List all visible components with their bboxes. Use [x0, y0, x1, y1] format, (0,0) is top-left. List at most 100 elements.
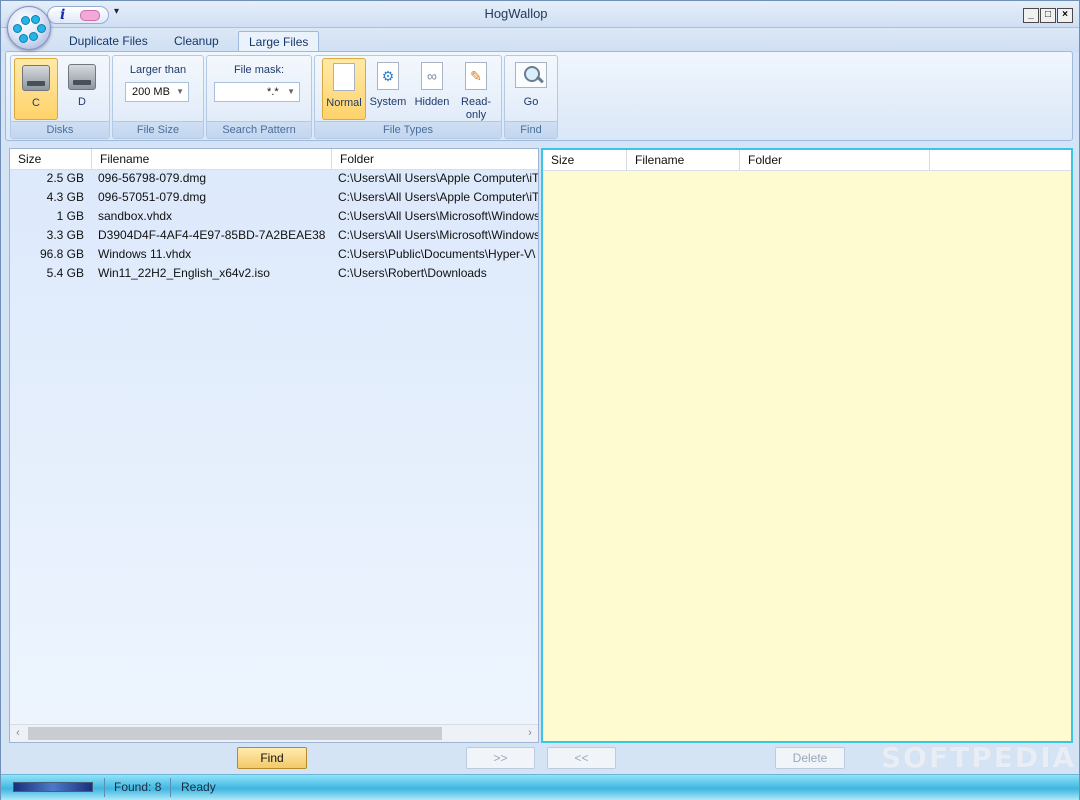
- status-text: Ready: [181, 780, 216, 794]
- drive-icon: [68, 64, 96, 90]
- move-right-button[interactable]: >>: [466, 747, 535, 769]
- larger-than-label: Larger than: [129, 64, 187, 76]
- row-size: 4.3 GB: [46, 190, 84, 204]
- ribbon: C D Disks Larger than 200 MB ▼ File Size…: [5, 51, 1073, 141]
- file-types-group-label: File Types: [315, 121, 501, 138]
- disks-group: C D Disks: [10, 55, 110, 139]
- row-filename: 096-56798-079.dmg: [98, 171, 207, 185]
- status-bar: Found: 8 Ready: [1, 774, 1079, 800]
- table-row[interactable]: 5.4 GB Win11_22H2_English_x64v2.iso C:\U…: [10, 264, 538, 283]
- horizontal-scrollbar[interactable]: ‹ ›: [10, 724, 538, 742]
- tab-large-files[interactable]: Large Files: [238, 31, 320, 52]
- row-filename: D3904D4F-4AF4-4E97-85BD-7A2BEAE38: [98, 228, 326, 242]
- column-header-folder[interactable]: Folder: [740, 150, 930, 170]
- close-button[interactable]: ×: [1057, 8, 1073, 23]
- find-group: Go Find: [504, 55, 558, 139]
- row-folder: C:\Users\All Users\Apple Computer\iT: [338, 190, 538, 204]
- file-types-group: Normal ⚙ System ∞ Hidden ✎ Read-only Fil…: [314, 55, 502, 139]
- file-size-group: Larger than 200 MB ▼ File Size: [112, 55, 204, 139]
- row-filename: sandbox.vhdx: [98, 209, 173, 223]
- window-title: HogWallop: [484, 6, 548, 21]
- column-header-filename[interactable]: Filename: [627, 150, 740, 170]
- file-type-normal-button[interactable]: Normal: [322, 58, 366, 120]
- file-mask-select[interactable]: *.* ▼: [214, 82, 300, 102]
- tab-cleanup[interactable]: Cleanup: [164, 31, 229, 51]
- results-list[interactable]: Size Filename Folder 2.5 GB 096-56798-07…: [9, 148, 539, 743]
- file-type-hidden-button[interactable]: ∞ Hidden: [410, 58, 454, 120]
- scroll-right-icon[interactable]: ›: [522, 725, 538, 742]
- softpedia-watermark: SOFTPEDIA: [881, 741, 1077, 774]
- go-button[interactable]: Go: [508, 58, 554, 120]
- tab-duplicate-files[interactable]: Duplicate Files: [59, 31, 158, 51]
- disk-d-button[interactable]: D: [60, 58, 104, 120]
- results-column-header: Size Filename Folder: [10, 149, 538, 170]
- selected-column-header: Size Filename Folder: [543, 150, 1071, 171]
- ribbon-tabs: Duplicate Files Cleanup Large Files: [1, 28, 1079, 52]
- column-header-size[interactable]: Size: [10, 149, 92, 169]
- search-pattern-group: File mask: *.* ▼ Search Pattern: [206, 55, 312, 139]
- row-filename: 096-57051-079.dmg: [98, 190, 207, 204]
- delete-button[interactable]: Delete: [775, 747, 845, 769]
- file-mask-label: File mask:: [233, 64, 285, 76]
- row-folder: C:\Users\All Users\Microsoft\Windows: [338, 209, 538, 223]
- selected-files-list[interactable]: Size Filename Folder: [541, 148, 1073, 743]
- window-controls: _ □ ×: [1023, 8, 1073, 23]
- move-left-button[interactable]: <<: [547, 747, 616, 769]
- table-row[interactable]: 4.3 GB 096-57051-079.dmg C:\Users\All Us…: [10, 188, 538, 207]
- drive-icon: [22, 65, 50, 91]
- file-type-normal-label: Normal: [326, 97, 362, 109]
- column-header-folder[interactable]: Folder: [332, 149, 538, 169]
- found-count: Found: 8: [114, 780, 162, 794]
- row-size: 5.4 GB: [46, 266, 84, 280]
- app-window: i ▾ HogWallop _ □ × Duplicate Files Clea…: [0, 0, 1080, 800]
- system-file-icon: ⚙: [377, 62, 399, 90]
- file-mask-value: *.*: [267, 86, 279, 98]
- go-label: Go: [523, 96, 539, 108]
- table-row[interactable]: 96.8 GB Windows 11.vhdx C:\Users\Public\…: [10, 245, 538, 264]
- status-separator: [104, 778, 105, 797]
- row-folder: C:\Users\All Users\Microsoft\Windows: [338, 228, 538, 242]
- row-size: 96.8 GB: [39, 247, 84, 261]
- title-bar: i ▾ HogWallop _ □ ×: [1, 1, 1079, 28]
- file-type-readonly-button[interactable]: ✎ Read-only: [456, 58, 496, 122]
- table-row[interactable]: 3.3 GB D3904D4F-4AF4-4E97-85BD-7A2BEAE38…: [10, 226, 538, 245]
- status-separator: [170, 778, 171, 797]
- app-menu-orb-icon[interactable]: [7, 6, 51, 50]
- column-header-filename[interactable]: Filename: [92, 149, 332, 169]
- file-type-readonly-label-line1: Read-: [461, 96, 491, 108]
- magnifier-icon: [515, 62, 547, 88]
- blank-file-icon: [333, 63, 355, 91]
- hidden-file-icon: ∞: [421, 62, 443, 90]
- disk-d-label: D: [78, 96, 86, 108]
- file-type-readonly-label: Read-only: [456, 96, 496, 122]
- file-type-hidden-label: Hidden: [414, 96, 450, 108]
- disk-c-button[interactable]: C: [14, 58, 58, 120]
- file-type-system-button[interactable]: ⚙ System: [368, 58, 408, 120]
- minimize-button[interactable]: _: [1023, 8, 1039, 23]
- row-folder: C:\Users\Public\Documents\Hyper-V\: [338, 247, 536, 261]
- progress-bar: [13, 782, 93, 792]
- scroll-left-icon[interactable]: ‹: [10, 725, 26, 742]
- size-threshold-value: 200 MB: [132, 86, 170, 98]
- file-type-readonly-label-line2: only: [465, 109, 487, 121]
- readonly-file-icon: ✎: [465, 62, 487, 90]
- disks-group-label: Disks: [11, 121, 109, 138]
- file-type-system-label: System: [369, 96, 407, 108]
- find-group-label: Find: [505, 121, 557, 138]
- maximize-button[interactable]: □: [1040, 8, 1056, 23]
- row-filename: Win11_22H2_English_x64v2.iso: [98, 266, 270, 280]
- table-row[interactable]: 2.5 GB 096-56798-079.dmg C:\Users\All Us…: [10, 169, 538, 188]
- chevron-down-icon: ▼: [287, 87, 295, 96]
- row-size: 2.5 GB: [46, 171, 84, 185]
- column-header-size[interactable]: Size: [543, 150, 627, 170]
- disk-c-label: C: [32, 97, 40, 109]
- chevron-down-icon: ▼: [176, 87, 184, 96]
- table-row[interactable]: 1 GB sandbox.vhdx C:\Users\All Users\Mic…: [10, 207, 538, 226]
- progress-fill: [14, 783, 92, 791]
- search-pattern-group-label: Search Pattern: [207, 121, 311, 138]
- find-button[interactable]: Find: [237, 747, 307, 769]
- size-threshold-select[interactable]: 200 MB ▼: [125, 82, 189, 102]
- scrollbar-thumb[interactable]: [28, 727, 442, 740]
- row-filename: Windows 11.vhdx: [98, 247, 192, 261]
- row-size: 3.3 GB: [46, 228, 84, 242]
